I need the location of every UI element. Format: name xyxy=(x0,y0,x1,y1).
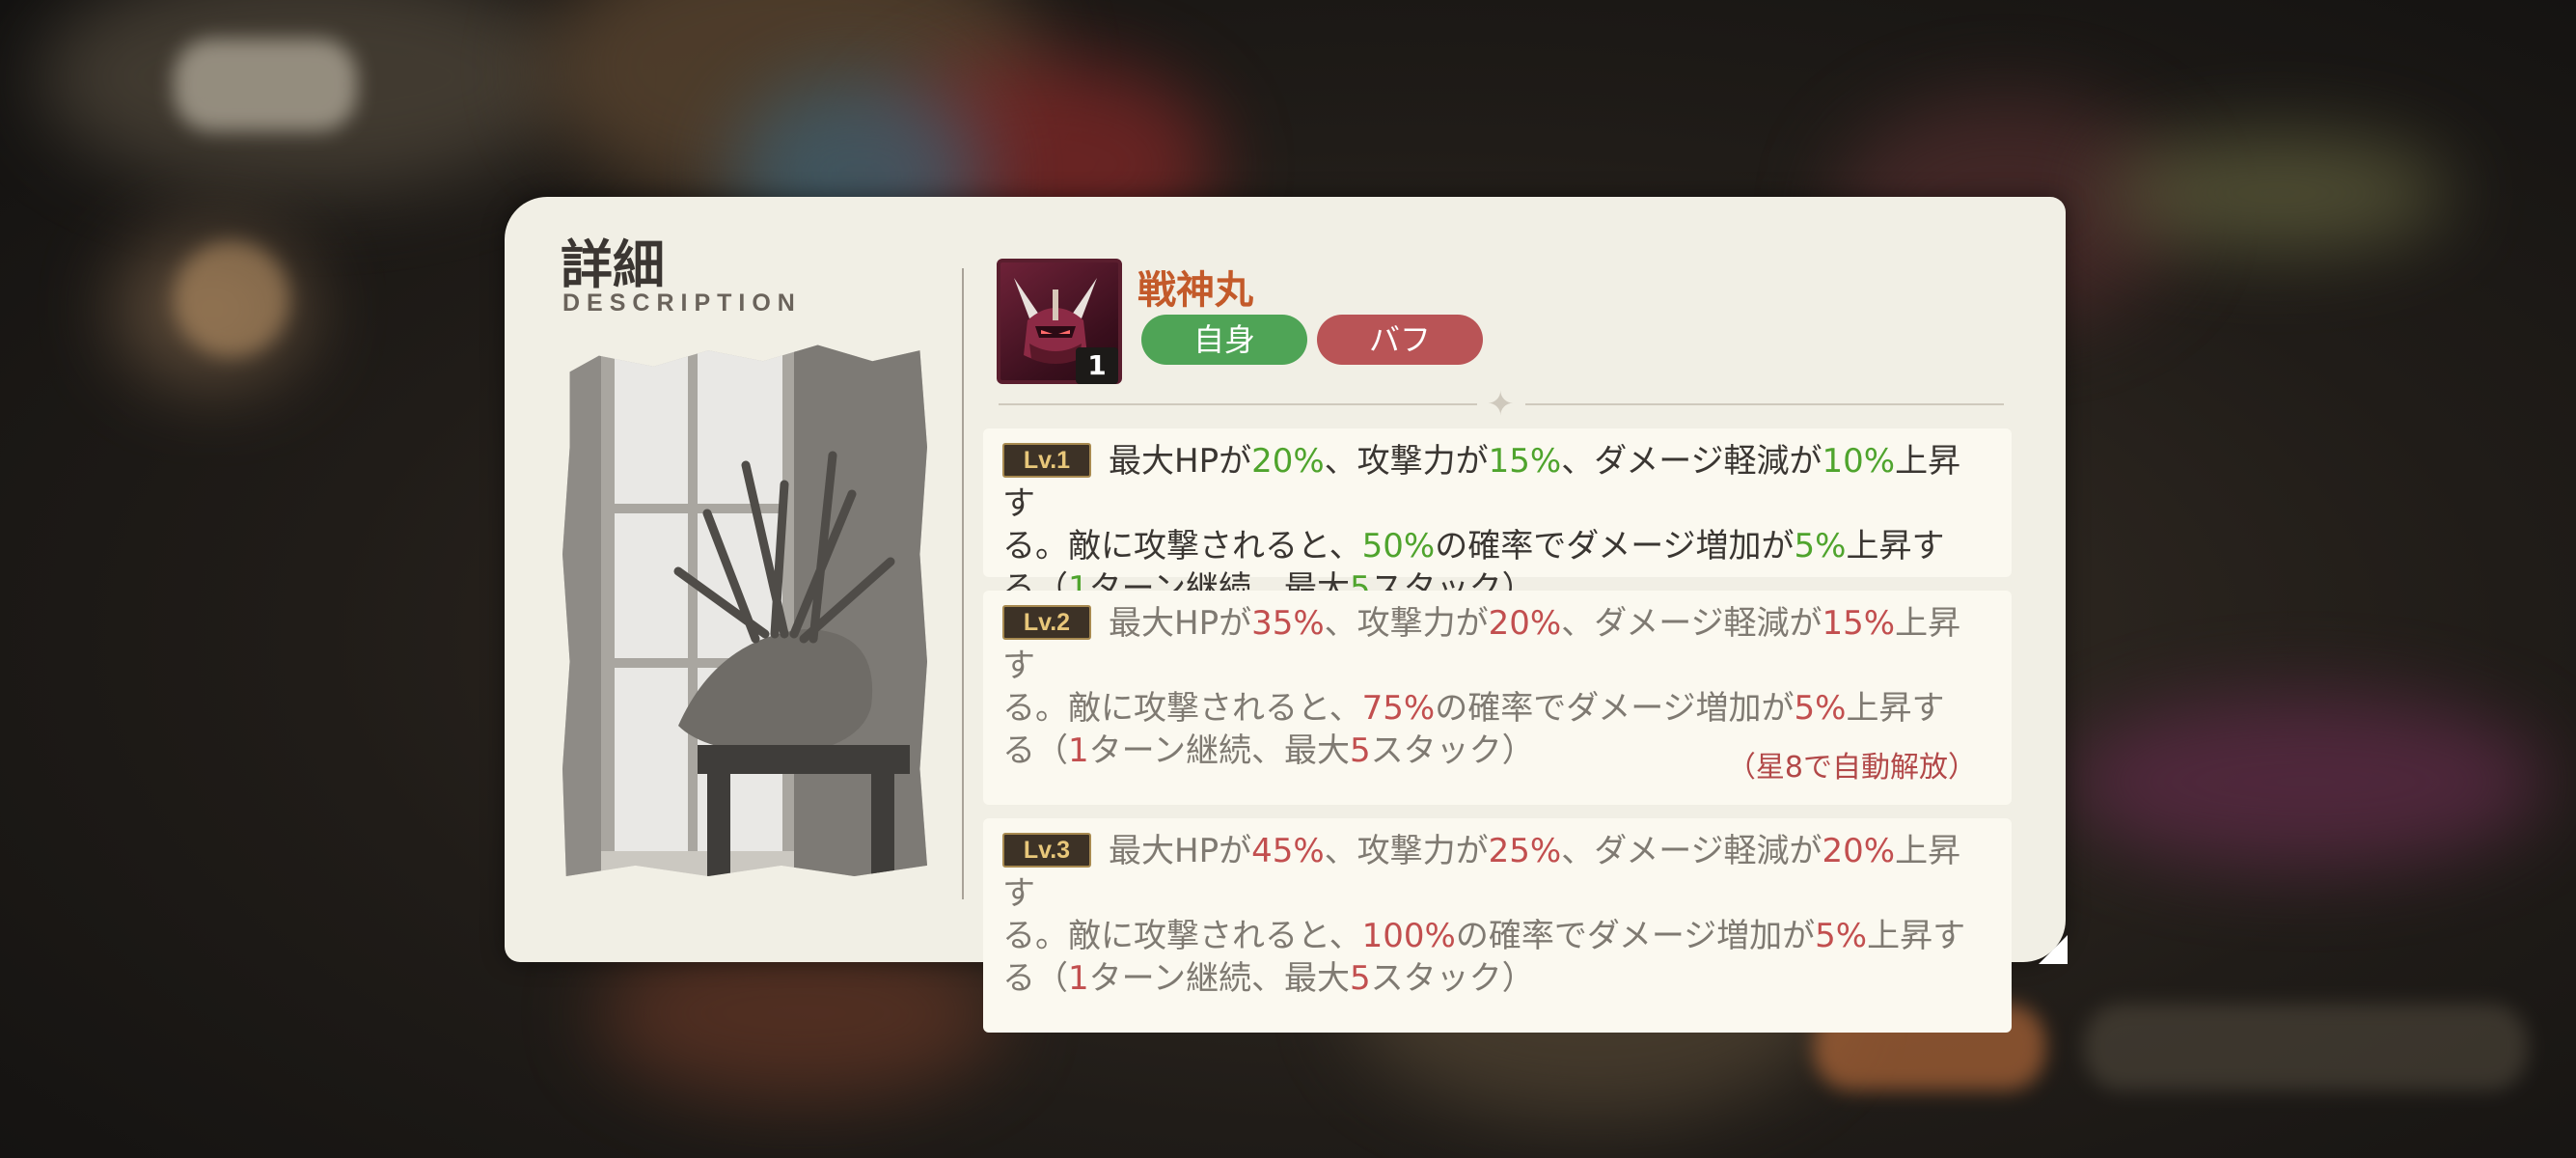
tag-target-self: 自身 xyxy=(1141,315,1307,365)
skill-level-badge: 1 xyxy=(1076,347,1118,384)
skill-name: 戦神丸 xyxy=(1137,268,1253,313)
level-description: Lv.3 最大HPが45%、攻撃力が25%、ダメージ軽減が20%上昇す る。敵に攻撃… xyxy=(1002,832,1966,998)
level-card-2: Lv.2 最大HPが35%、攻撃力が20%、ダメージ軽減が15%上昇す る。敵に攻撃… xyxy=(983,591,2012,805)
level-card-1: Lv.1 最大HPが20%、攻撃力が15%、ダメージ軽減が10%上昇す る。敵に攻撃… xyxy=(983,428,2012,608)
separator-star-icon: ✦ xyxy=(1487,385,1515,424)
dialog-title: 詳細 xyxy=(561,234,665,295)
level-badge: Lv.1 xyxy=(1002,443,1091,478)
unlock-condition: （星8で自動解放） xyxy=(1726,751,1977,785)
level-description: Lv.1 最大HPが20%、攻撃力が15%、ダメージ軽減が10%上昇す る。敵に攻撃… xyxy=(1002,442,1961,608)
dialog-subtitle: DESCRIPTION xyxy=(562,290,802,317)
level-badge: Lv.2 xyxy=(1002,605,1091,640)
skill-detail-dialog: 詳細 DESCRIPTION 1 戦神丸 自身 バフ ✦ Lv.1 最大HPが2… xyxy=(505,197,2068,1033)
corner-decoration xyxy=(2039,935,2068,964)
tag-buff: バフ xyxy=(1317,315,1483,365)
level-list[interactable]: Lv.1 最大HPが20%、攻撃力が15%、ダメージ軽減が10%上昇す る。敵に攻撃… xyxy=(983,428,2012,1096)
separator-line-left xyxy=(999,403,1477,405)
level-card-3: Lv.3 最大HPが45%、攻撃力が25%、ダメージ軽減が20%上昇す る。敵に攻撃… xyxy=(983,818,2012,1033)
level-badge: Lv.3 xyxy=(1002,833,1091,868)
description-illustration xyxy=(562,345,927,876)
vertical-divider xyxy=(962,268,964,899)
separator-line-right xyxy=(1525,403,2004,405)
